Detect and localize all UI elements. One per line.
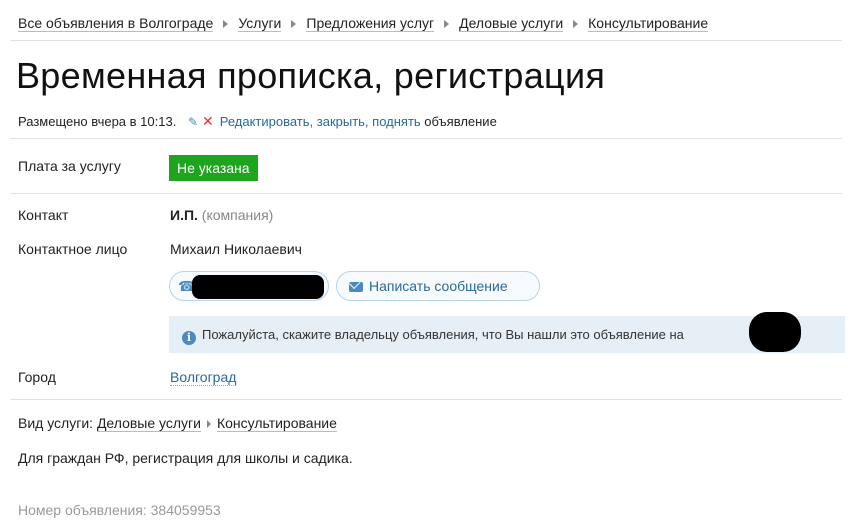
divider xyxy=(10,193,842,194)
ad-number-value: 384059953 xyxy=(150,502,221,518)
service-category-link[interactable]: Деловые услуги xyxy=(96,415,201,432)
posted-time: Размещено вчера в 10:13. xyxy=(18,114,177,129)
price-label: Плата за услугу xyxy=(18,158,121,174)
contact-company-name: И.П. xyxy=(170,207,198,223)
breadcrumb-all-ads[interactable]: Все объявления в Волгограде xyxy=(18,15,214,32)
chevron-right-icon xyxy=(206,419,211,428)
contact-person-label: Контактное лицо xyxy=(18,241,128,257)
ad-description: Для граждан РФ, регистрация для школы и … xyxy=(18,450,353,466)
contact-kind: (компания) xyxy=(201,207,274,223)
city-link[interactable]: Волгоград xyxy=(170,369,237,386)
contact-label: Контакт xyxy=(18,207,69,223)
divider xyxy=(10,138,842,139)
service-subcategory-link[interactable]: Консультирование xyxy=(216,415,337,432)
write-message-button[interactable]: Написать сообщение xyxy=(336,271,540,301)
info-notice: i Пожалуйста, скажите владельцу объявлени… xyxy=(169,316,845,353)
meta-suffix: объявление xyxy=(420,114,497,129)
pencil-icon[interactable]: ✎ xyxy=(188,115,198,129)
city-label: Город xyxy=(18,369,56,385)
breadcrumb-services[interactable]: Услуги xyxy=(238,15,282,32)
breadcrumb-service-offers[interactable]: Предложения услуг xyxy=(306,15,435,32)
divider xyxy=(10,399,842,400)
service-type-label: Вид услуги: xyxy=(18,415,94,431)
chevron-right-icon xyxy=(291,19,297,28)
ad-number: Номер объявления: 384059953 xyxy=(18,502,221,518)
envelope-icon xyxy=(349,282,363,292)
chevron-right-icon xyxy=(223,19,229,28)
chevron-right-icon xyxy=(573,19,579,28)
edit-close-raise-link[interactable]: Редактировать, закрыть, поднять xyxy=(220,114,421,129)
breadcrumb-consulting[interactable]: Консультирование xyxy=(588,15,709,32)
chevron-right-icon xyxy=(444,19,450,28)
info-icon: i xyxy=(182,331,196,345)
redaction-mark xyxy=(749,312,801,352)
ad-number-label: Номер объявления: xyxy=(18,502,147,518)
show-phone-button[interactable]: ☎ xyxy=(169,271,329,301)
divider xyxy=(10,40,842,41)
breadcrumb: Все объявления в Волгограде Услуги Предлож… xyxy=(18,15,709,32)
delete-icon[interactable]: ✕ xyxy=(202,113,214,130)
contact-person: Михаил Николаевич xyxy=(170,241,302,257)
notice-text: Пожалуйста, скажите владельцу объявления… xyxy=(202,327,684,342)
posted-meta: Размещено вчера в 10:13. ✎ ✕ Редактировать… xyxy=(18,113,497,130)
page-title: Временная прописка, регистрация xyxy=(16,55,606,96)
price-badge: Не указана xyxy=(169,155,258,181)
service-type: Вид услуги: Деловые услуги Консультирован… xyxy=(18,415,337,432)
redaction-mark xyxy=(192,275,324,299)
breadcrumb-business-services[interactable]: Деловые услуги xyxy=(459,15,564,32)
write-message-label: Написать сообщение xyxy=(369,278,508,294)
contact-name: И.П. (компания) xyxy=(170,207,273,223)
